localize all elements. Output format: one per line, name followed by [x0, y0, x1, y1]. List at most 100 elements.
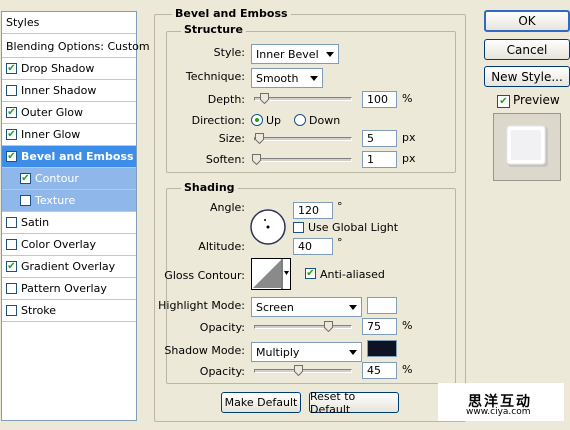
highlight-opacity-unit: %	[402, 319, 413, 332]
styles-list: Styles Blending Options: Custom ✔ Drop Sha…	[1, 11, 150, 421]
watermark-url: www.ciya.com	[466, 407, 531, 417]
style-item-checkbox[interactable]: ✔	[6, 63, 17, 74]
highlight-opacity-thumb[interactable]	[323, 321, 333, 332]
style-item[interactable]: ✔ Texture	[2, 190, 136, 212]
style-item-label: Color Overlay	[21, 238, 96, 251]
bevel-emboss-title: Bevel and Emboss	[172, 7, 291, 20]
ok-label: OK	[518, 14, 536, 28]
style-item-checkbox[interactable]: ✔	[20, 195, 31, 206]
shadow-opacity-value: 45	[367, 364, 381, 377]
style-item-label: Gradient Overlay	[21, 260, 116, 273]
style-item[interactable]: ✔ Drop Shadow	[2, 58, 136, 80]
direction-down-radio[interactable]	[294, 114, 306, 126]
highlight-opacity-input[interactable]: 75	[362, 318, 397, 335]
size-label: Size:	[218, 132, 245, 145]
size-input[interactable]: 5	[362, 130, 397, 147]
direction-up-label: Up	[266, 114, 282, 127]
chevron-down-icon	[326, 52, 334, 57]
style-item-checkbox[interactable]: ✔	[6, 239, 17, 250]
style-item-label: Inner Glow	[21, 128, 81, 141]
depth-value: 100	[367, 93, 388, 106]
style-item[interactable]: ✔ Gradient Overlay	[2, 256, 136, 278]
style-item-checkbox[interactable]: ✔	[20, 173, 31, 184]
size-value: 5	[367, 132, 374, 145]
style-item[interactable]: ✔ Inner Glow	[2, 124, 136, 146]
technique-dropdown[interactable]: Smooth	[251, 68, 323, 88]
style-item-label: Outer Glow	[21, 106, 84, 119]
shadow-opacity-label: Opacity:	[199, 365, 245, 378]
style-item[interactable]: ✔ Pattern Overlay	[2, 278, 136, 300]
shadow-opacity-thumb[interactable]	[294, 365, 304, 376]
angle-dial[interactable]	[249, 208, 287, 246]
soften-label: Soften:	[205, 153, 245, 166]
shadow-mode-dropdown[interactable]: Multiply	[251, 342, 362, 362]
style-item[interactable]: ✔ Stroke	[2, 300, 136, 322]
altitude-input[interactable]: 40	[293, 238, 333, 255]
shading-title: Shading	[181, 181, 238, 194]
highlight-color-swatch[interactable]	[367, 297, 397, 314]
style-item-label: Stroke	[21, 304, 57, 317]
anti-aliased-label: Anti-aliased	[320, 268, 385, 281]
cancel-button[interactable]: Cancel	[484, 39, 570, 60]
style-item-checkbox[interactable]: ✔	[6, 85, 17, 96]
style-item[interactable]: ✔ Color Overlay	[2, 234, 136, 256]
angle-input[interactable]: 120	[293, 202, 333, 219]
shadow-opacity-input[interactable]: 45	[362, 362, 397, 379]
highlight-opacity-slider[interactable]	[254, 325, 352, 329]
style-item[interactable]: ✔ Satin	[2, 212, 136, 234]
style-item-checkbox[interactable]: ✔	[6, 151, 17, 162]
depth-input[interactable]: 100	[362, 91, 397, 108]
technique-dropdown-value: Smooth	[256, 71, 299, 85]
new-style-button[interactable]: New Style...	[484, 66, 570, 87]
style-item-label: Bevel and Emboss	[21, 150, 134, 163]
preview-checkbox[interactable]: ✔	[497, 95, 510, 108]
soften-unit: px	[402, 152, 416, 165]
depth-slider-thumb[interactable]	[259, 93, 269, 104]
highlight-opacity-value: 75	[367, 320, 381, 333]
altitude-unit: °	[337, 236, 343, 249]
style-item-label: Contour	[35, 172, 79, 185]
style-item-checkbox[interactable]: ✔	[6, 107, 17, 118]
highlight-mode-dropdown[interactable]: Screen	[251, 297, 362, 317]
depth-label: Depth:	[207, 93, 245, 106]
watermark: 思洋互动 www.ciya.com	[438, 383, 564, 421]
style-item[interactable]: ✔ Bevel and Emboss	[2, 146, 136, 168]
soften-slider-thumb[interactable]	[251, 154, 261, 165]
style-item-checkbox[interactable]: ✔	[6, 261, 17, 272]
soften-slider[interactable]	[254, 158, 352, 162]
angle-value: 120	[298, 204, 319, 217]
style-item-checkbox[interactable]: ✔	[6, 129, 17, 140]
styles-header[interactable]: Styles	[2, 12, 136, 34]
style-dropdown[interactable]: Inner Bevel	[251, 44, 339, 64]
ok-button[interactable]: OK	[484, 10, 570, 32]
cancel-label: Cancel	[506, 42, 548, 57]
style-item[interactable]: ✔ Inner Shadow	[2, 80, 136, 102]
style-item-checkbox[interactable]: ✔	[6, 305, 17, 316]
style-dropdown-value: Inner Bevel	[256, 47, 319, 61]
global-light-checkbox[interactable]: ✔	[293, 222, 304, 233]
new-style-label: New Style...	[491, 69, 563, 84]
style-label: Style:	[213, 46, 245, 59]
anti-aliased-checkbox[interactable]: ✔	[305, 268, 316, 279]
direction-up-radio[interactable]	[251, 114, 263, 126]
style-item[interactable]: ✔ Outer Glow	[2, 102, 136, 124]
global-light-label: Use Global Light	[308, 221, 399, 234]
soften-input[interactable]: 1	[362, 151, 397, 168]
gloss-contour-picker[interactable]	[251, 258, 291, 290]
altitude-label: Altitude:	[198, 240, 245, 253]
highlight-mode-value: Screen	[256, 300, 294, 314]
reset-default-button[interactable]: Reset to Default	[309, 390, 399, 416]
style-item[interactable]: ✔ Contour	[2, 168, 136, 190]
make-default-button[interactable]: Make Default	[221, 392, 301, 413]
style-item-label: Satin	[21, 216, 50, 229]
style-item-checkbox[interactable]: ✔	[6, 217, 17, 228]
shadow-color-swatch[interactable]	[367, 340, 397, 357]
style-item-label: Blending Options: Custom	[6, 40, 150, 53]
size-slider[interactable]	[254, 137, 352, 141]
soften-value: 1	[367, 153, 374, 166]
size-slider-thumb[interactable]	[254, 133, 264, 144]
highlight-mode-label: Highlight Mode:	[158, 299, 245, 312]
style-item-checkbox[interactable]: ✔	[6, 283, 17, 294]
shadow-mode-value: Multiply	[256, 345, 300, 359]
style-item[interactable]: Blending Options: Custom	[2, 36, 150, 58]
